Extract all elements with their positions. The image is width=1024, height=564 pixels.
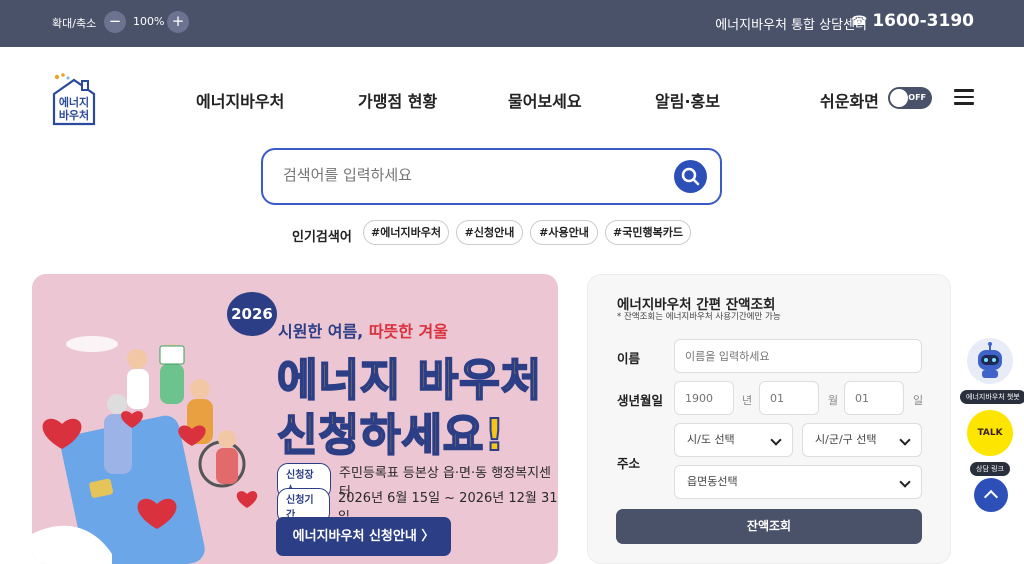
popular-search-label: 인기검색어 [292, 230, 352, 245]
chatbot-robot-icon [967, 338, 1013, 384]
toggle-state: OFF [908, 93, 926, 102]
call-center-label: 에너지바우처 통합 상담센터 [715, 18, 867, 33]
zoom-in-button[interactable]: + [167, 11, 189, 33]
popular-tag[interactable]: #에너지바우처 [363, 220, 449, 245]
chevron-down-icon [899, 476, 911, 488]
toggle-knob [890, 89, 908, 107]
banner-illustration [32, 336, 258, 564]
nav-item-faq[interactable]: 물어보세요 [508, 88, 582, 112]
logo-house-icon: 에너지 바우처 [52, 73, 96, 126]
balance-lookup-panel: 에너지바우처 간편 잔액조회 * 잔액조회는 에너지바우처 사용기간에만 가능 … [587, 274, 951, 564]
top-utility-bar: 확대/축소 − 100% + 에너지바우처 통합 상담센터 ☎ 1600-319… [0, 0, 1024, 47]
banner-slogan: 시원한 여름, 따뜻한 겨울 [278, 322, 448, 341]
nav-item-stores[interactable]: 가맹점 현황 [358, 88, 437, 112]
birth-day-input[interactable] [844, 381, 904, 415]
zoom-label: 확대/축소 [52, 17, 97, 30]
sigungu-select[interactable]: 시/군/구 선택 [802, 423, 922, 457]
popular-tag[interactable]: #사용안내 [530, 220, 598, 245]
panel-note: * 잔액조회는 에너지바우처 사용기간에만 가능 [617, 312, 781, 322]
nav-item-notice[interactable]: 알림·홍보 [655, 88, 720, 112]
month-unit: 월 [828, 394, 839, 407]
balance-lookup-button[interactable]: 잔액조회 [616, 509, 922, 544]
sido-select[interactable]: 시/도 선택 [674, 423, 793, 457]
svg-text:에너지: 에너지 [59, 95, 89, 109]
search-box [261, 148, 722, 205]
banner-headline-2: 신청하세요! [276, 409, 506, 462]
birth-label: 생년월일 [617, 393, 664, 408]
zoom-out-button[interactable]: − [104, 11, 126, 33]
chatbot-widget[interactable]: 에너지바우처 챗봇 [960, 338, 1024, 404]
eupmyeondong-select[interactable]: 읍면동선택 [674, 465, 922, 499]
birth-month-input[interactable] [759, 381, 819, 415]
chatbot-label: 에너지바우처 챗봇 [960, 390, 1024, 404]
birth-year-input[interactable] [674, 381, 734, 415]
search-input[interactable] [283, 166, 663, 184]
easy-mode-label: 쉬운화면 [820, 92, 879, 111]
scroll-to-top-button[interactable] [974, 478, 1008, 512]
name-input[interactable] [674, 339, 922, 373]
zoom-value: 100% [133, 15, 165, 28]
name-label: 이름 [617, 351, 641, 366]
phone-icon: ☎ [851, 13, 868, 29]
kakao-talk-widget[interactable]: TALK 상담 링크 [960, 410, 1020, 476]
popular-tag[interactable]: #국민행복카드 [605, 220, 691, 245]
popular-tag[interactable]: #신청안내 [456, 220, 523, 245]
year-badge: 2026 [227, 292, 277, 336]
nav-item-voucher[interactable]: 에너지바우처 [196, 88, 284, 112]
easy-mode-toggle[interactable]: OFF [888, 87, 932, 109]
promo-banner[interactable]: 2026 시원한 여름, 따뜻한 겨울 에너지 바우처 신청하세요! 신청장소 … [32, 274, 558, 564]
year-unit: 년 [742, 394, 753, 407]
address-label: 주소 [617, 456, 641, 471]
site-logo[interactable]: 에너지 바우처 [50, 72, 98, 126]
search-icon [681, 167, 700, 186]
talk-label: 상담 링크 [970, 462, 1010, 476]
svg-text:바우처: 바우처 [59, 108, 89, 122]
chevron-down-icon [770, 434, 782, 446]
phone-number: 1600-3190 [872, 11, 974, 31]
kakao-talk-icon: TALK [967, 410, 1013, 456]
apply-guide-button[interactable]: 에너지바우처 신청안내 〉 [276, 517, 451, 556]
chevron-down-icon [899, 434, 911, 446]
day-unit: 일 [913, 394, 924, 407]
call-center-phone[interactable]: ☎ 1600-3190 [851, 11, 974, 31]
search-button[interactable] [674, 160, 707, 193]
hamburger-menu-icon[interactable] [954, 89, 974, 105]
